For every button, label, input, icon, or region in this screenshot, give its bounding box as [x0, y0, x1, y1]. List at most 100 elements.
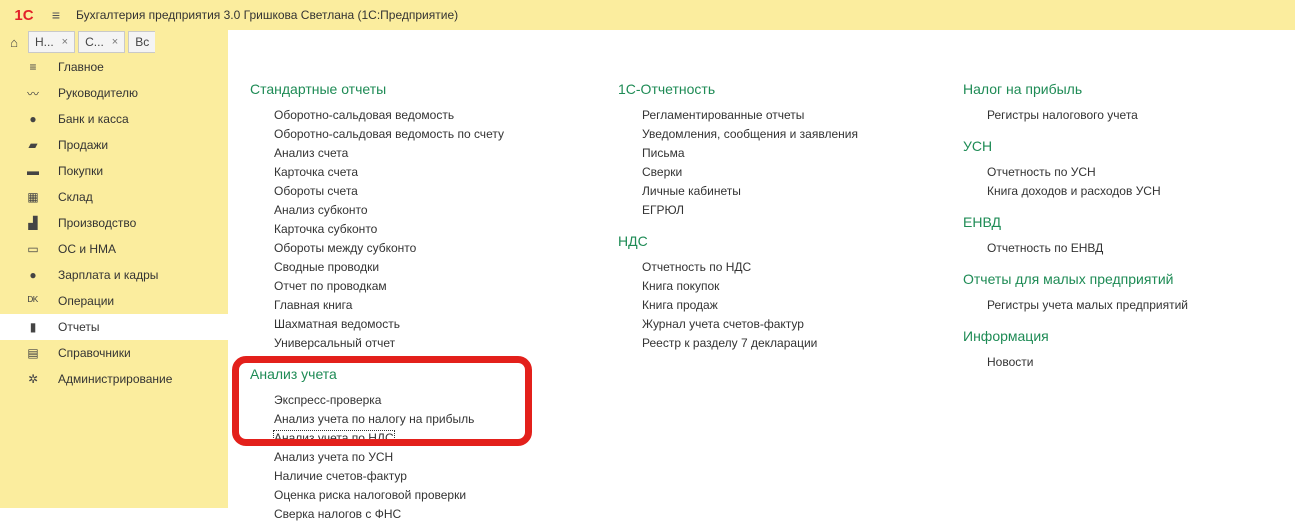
report-link[interactable]: Письма — [618, 144, 858, 163]
sidebar-item-main[interactable]: ≡ Главное — [0, 54, 228, 80]
report-link[interactable]: Анализ учета по налогу на прибыль — [250, 410, 504, 429]
report-link[interactable]: Карточка субконто — [250, 220, 504, 239]
sidebar-item-production[interactable]: ▟ Производство — [0, 210, 228, 236]
sidebar-item-manager[interactable]: 〰 Руководителю — [0, 80, 228, 106]
sidebar-item-catalogs[interactable]: ▤ Справочники — [0, 340, 228, 366]
truck-icon: ▭ — [27, 242, 39, 256]
sidebar-item-reports[interactable]: ▮ Отчеты — [0, 314, 228, 340]
sidebar-item-assets[interactable]: ▭ ОС и НМА — [0, 236, 228, 262]
sidebar-item-warehouse[interactable]: ▦ Склад — [0, 184, 228, 210]
report-link[interactable]: Сводные проводки — [250, 258, 504, 277]
report-link[interactable]: Личные кабинеты — [618, 182, 858, 201]
report-link[interactable]: Оценка риска налоговой проверки — [250, 486, 504, 505]
report-link-focused[interactable]: Анализ учета по НДС — [250, 429, 504, 448]
report-link[interactable]: Сверки — [618, 163, 858, 182]
report-link[interactable]: Обороты счета — [250, 182, 504, 201]
sidebar-item-label: Администрирование — [58, 372, 173, 386]
factory-icon: ▟ — [28, 216, 38, 230]
tab-label: Н... — [35, 35, 54, 49]
report-link[interactable]: Регистры налогового учета — [963, 106, 1188, 125]
tab-label: С... — [85, 35, 104, 49]
report-link[interactable]: Отчетность по УСН — [963, 163, 1188, 182]
report-link[interactable]: Уведомления, сообщения и заявления — [618, 125, 858, 144]
trend-icon: 〰 — [26, 86, 39, 101]
section-title: Налог на прибыль — [963, 81, 1083, 97]
report-link[interactable]: ЕГРЮЛ — [618, 201, 858, 220]
report-link[interactable]: Шахматная ведомость — [250, 315, 504, 334]
book-icon: ▤ — [27, 346, 39, 360]
warehouse-icon: ▦ — [27, 190, 39, 204]
sidebar-item-label: Главное — [58, 60, 104, 74]
sidebar-item-operations[interactable]: ᴰᴷ Операции — [0, 288, 228, 314]
report-link[interactable]: Отчетность по НДС — [618, 258, 858, 277]
close-icon[interactable]: × — [62, 36, 68, 48]
reports-panel: Стандартные отчеты Оборотно-сальдовая ве… — [228, 34, 1295, 521]
sidebar-item-sales[interactable]: ▰ Продажи — [0, 132, 228, 158]
report-link[interactable]: Книга покупок — [618, 277, 858, 296]
report-link[interactable]: Регламентированные отчеты — [618, 106, 858, 125]
debit-credit-icon: ᴰᴷ — [27, 294, 39, 308]
title-bar: 1С ≡ Бухгалтерия предприятия 3.0 Гришков… — [0, 0, 1295, 30]
report-link[interactable]: Книга доходов и расходов УСН — [963, 182, 1188, 201]
report-link[interactable]: Оборотно-сальдовая ведомость — [250, 106, 504, 125]
report-link[interactable]: Журнал учета счетов-фактур — [618, 315, 858, 334]
person-icon: ● — [29, 268, 37, 282]
home-icon[interactable]: ⌂ — [0, 35, 28, 50]
section-title: УСН — [963, 138, 993, 154]
1c-logo-icon: 1С — [14, 6, 34, 24]
report-link[interactable]: Книга продаж — [618, 296, 858, 315]
sidebar-item-label: ОС и НМА — [58, 242, 117, 256]
sidebar-item-label: Отчеты — [58, 320, 100, 334]
sidebar-item-bank[interactable]: ● Банк и касса — [0, 106, 228, 132]
section-title: Анализ учета — [250, 366, 337, 382]
sidebar-item-label: Банк и касса — [58, 112, 129, 126]
report-link[interactable]: Экспресс-проверка — [250, 391, 504, 410]
sidebar-item-purchases[interactable]: ▬ Покупки — [0, 158, 228, 184]
section-title: ЕНВД — [963, 214, 1001, 230]
column-3: Налог на прибыль Регистры налогового уче… — [963, 80, 1188, 372]
sidebar-item-label: Справочники — [58, 346, 131, 360]
report-link[interactable]: Обороты между субконто — [250, 239, 504, 258]
tab-2[interactable]: С... × — [78, 31, 126, 53]
main-menu-icon[interactable]: ≡ — [42, 7, 70, 23]
sidebar-item-label: Продажи — [58, 138, 109, 152]
report-link[interactable]: Новости — [963, 353, 1188, 372]
tab-label: Вс — [135, 35, 150, 49]
report-link[interactable]: Реестр к разделу 7 декларации — [618, 334, 858, 353]
app-title: Бухгалтерия предприятия 3.0 Гришкова Све… — [76, 8, 459, 22]
tab-1[interactable]: Н... × — [28, 31, 76, 53]
report-link[interactable]: Главная книга — [250, 296, 504, 315]
close-icon[interactable]: × — [112, 36, 118, 48]
cart-icon: ▬ — [27, 164, 39, 178]
tab-3[interactable]: Вс — [128, 31, 156, 53]
report-link[interactable]: Универсальный отчет — [250, 334, 504, 353]
sidebar-item-label: Склад — [58, 190, 93, 204]
tab-row: ⌂ Н... × С... × Вс — [0, 30, 228, 55]
report-link[interactable]: Карточка счета — [250, 163, 504, 182]
report-link[interactable]: Отчет по проводкам — [250, 277, 504, 296]
bar-chart-icon: ▮ — [29, 320, 37, 334]
column-2: 1С-Отчетность Регламентированные отчеты … — [618, 80, 858, 353]
report-link[interactable]: Анализ субконто — [250, 201, 504, 220]
ruble-icon: ● — [29, 112, 37, 126]
column-1: Стандартные отчеты Оборотно-сальдовая ве… — [250, 80, 504, 524]
gear-icon: ✲ — [27, 372, 39, 386]
section-title: 1С-Отчетность — [618, 81, 716, 97]
report-link[interactable]: Анализ учета по УСН — [250, 448, 504, 467]
sidebar-item-label: Руководителю — [58, 86, 139, 100]
report-link[interactable]: Регистры учета малых предприятий — [963, 296, 1188, 315]
sidebar-item-salary[interactable]: ● Зарплата и кадры — [0, 262, 228, 288]
sidebar-item-label: Операции — [58, 294, 115, 308]
section-title: Информация — [963, 328, 1049, 344]
sidebar: ≡ Главное 〰 Руководителю ● Банк и касса … — [0, 54, 228, 508]
report-link[interactable]: Отчетность по ЕНВД — [963, 239, 1188, 258]
sidebar-item-admin[interactable]: ✲ Администрирование — [0, 366, 228, 392]
report-link[interactable]: Наличие счетов-фактур — [250, 467, 504, 486]
report-link[interactable]: Анализ счета — [250, 144, 504, 163]
sidebar-item-label: Производство — [58, 216, 137, 230]
section-title: НДС — [618, 233, 648, 249]
section-title: Отчеты для малых предприятий — [963, 271, 1174, 287]
sidebar-item-label: Покупки — [58, 164, 104, 178]
report-link[interactable]: Оборотно-сальдовая ведомость по счету — [250, 125, 504, 144]
menu-lines-icon: ≡ — [29, 60, 37, 74]
